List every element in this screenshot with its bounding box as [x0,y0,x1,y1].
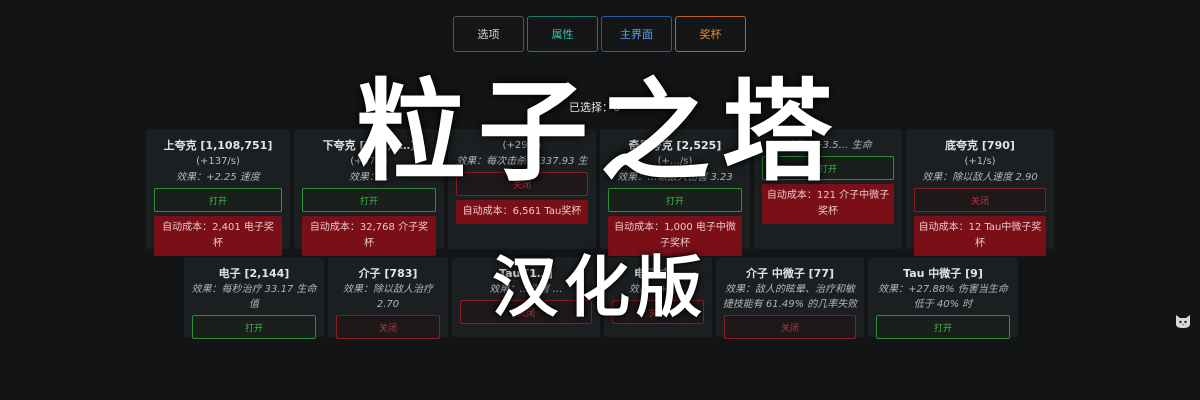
tab-attributes[interactable]: 属性 [527,16,598,52]
cat-icon[interactable] [1174,312,1192,330]
tab-main[interactable]: 主界面 [601,16,672,52]
top-tab-bar: 选项 属性 主界面 奖杯 [453,16,746,52]
auto-cost-button[interactable]: 自动成本：6,561 Tau奖杯 [456,200,588,224]
tab-options[interactable]: 选项 [453,16,524,52]
overlay-title: 粒子之塔 [356,68,844,196]
tab-trophies[interactable]: 奖杯 [675,16,746,52]
overlay-subtitle: 汉化版 [492,249,708,326]
